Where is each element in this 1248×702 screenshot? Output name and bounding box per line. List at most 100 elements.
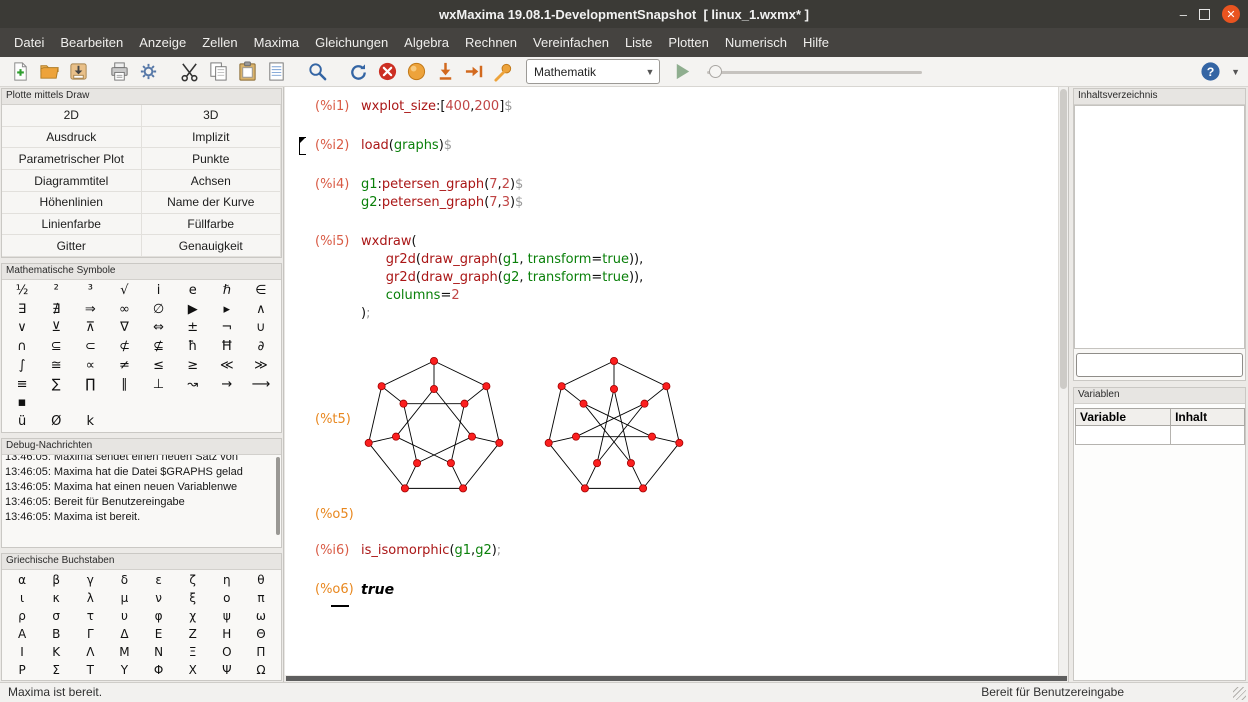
code-input[interactable]: load(graphs)$ <box>361 137 452 155</box>
symbol-cell[interactable]: ⊥ <box>142 375 176 394</box>
greek-letter-cell[interactable]: X <box>176 661 210 679</box>
symbol-cell[interactable]: ½ <box>5 281 39 300</box>
greek-letter-cell[interactable]: ο <box>210 589 244 607</box>
draw-button[interactable]: Gitter <box>2 235 142 257</box>
help-icon[interactable]: ? <box>1197 59 1224 85</box>
draw-button[interactable]: Parametrischer Plot <box>2 148 142 170</box>
menu-item[interactable]: Gleichungen <box>307 30 396 55</box>
maximize-icon[interactable] <box>1199 9 1210 20</box>
draw-button[interactable]: Höhenlinien <box>2 192 142 214</box>
copy-icon[interactable] <box>205 59 232 85</box>
greek-letter-cell[interactable]: υ <box>107 607 141 625</box>
menu-item[interactable]: Plotten <box>660 30 716 55</box>
greek-letter-cell[interactable]: A <box>5 625 39 643</box>
greek-letter-cell[interactable]: M <box>107 643 141 661</box>
draw-button[interactable]: 3D <box>142 105 282 127</box>
symbol-cell[interactable]: ≪ <box>210 356 244 375</box>
symbol-cell[interactable]: ≥ <box>176 356 210 375</box>
symbol-cell[interactable]: ³ <box>73 281 107 300</box>
greek-letter-cell[interactable]: H <box>210 625 244 643</box>
evaluate-rest-icon[interactable] <box>461 59 488 85</box>
draw-button[interactable]: Name der Kurve <box>142 192 282 214</box>
greek-letter-cell[interactable]: ι <box>5 589 39 607</box>
greek-letter-cell[interactable]: μ <box>107 589 141 607</box>
symbol-cell[interactable]: ⊆ <box>39 337 73 356</box>
follow-icon[interactable] <box>403 59 430 85</box>
hide-code-icon[interactable] <box>490 59 517 85</box>
greek-letter-cell[interactable]: κ <box>39 589 73 607</box>
greek-letter-cell[interactable]: ν <box>142 589 176 607</box>
symbol-cell[interactable]: ∪ <box>244 319 278 338</box>
play-icon[interactable] <box>669 59 696 85</box>
greek-letter-cell[interactable]: λ <box>73 589 107 607</box>
symbol-cell[interactable]: ⊂ <box>73 337 107 356</box>
draw-button[interactable]: Diagrammtitel <box>2 170 142 192</box>
symbol-cell[interactable]: √ <box>107 281 141 300</box>
draw-button[interactable]: Linienfarbe <box>2 214 142 236</box>
horizontal-scrollbar[interactable] <box>285 675 1068 682</box>
symbol-cell[interactable]: ≠ <box>107 356 141 375</box>
symbol-cell[interactable]: ∂ <box>244 337 278 356</box>
symbol-cell[interactable]: ∥ <box>107 375 141 394</box>
draw-button[interactable]: Punkte <box>142 148 282 170</box>
symbol-cell[interactable]: ▶ <box>176 300 210 319</box>
greek-letter-cell[interactable]: T <box>73 661 107 679</box>
symbol-cell[interactable]: ∝ <box>73 356 107 375</box>
find-icon[interactable] <box>304 59 331 85</box>
vertical-scrollbar[interactable] <box>1058 87 1068 675</box>
symbol-cell[interactable]: Ħ <box>210 337 244 356</box>
greek-letter-cell[interactable]: θ <box>244 571 278 589</box>
restart-maxima-icon[interactable] <box>345 59 372 85</box>
symbol-cell[interactable]: ∄ <box>39 300 73 319</box>
greek-letter-cell[interactable]: Ξ <box>176 643 210 661</box>
draw-button[interactable]: 2D <box>2 105 142 127</box>
greek-letter-cell[interactable]: τ <box>73 607 107 625</box>
greek-letter-cell[interactable]: ξ <box>176 589 210 607</box>
menu-item[interactable]: Zellen <box>194 30 245 55</box>
symbol-cell[interactable]: ∃ <box>5 300 39 319</box>
greek-letter-cell[interactable]: χ <box>176 607 210 625</box>
greek-letter-cell[interactable]: I <box>5 643 39 661</box>
greek-letter-cell[interactable]: ω <box>244 607 278 625</box>
menu-item[interactable]: Vereinfachen <box>525 30 617 55</box>
greek-letter-cell[interactable]: ζ <box>176 571 210 589</box>
symbol-cell[interactable]: ▪ <box>5 394 39 413</box>
symbol-cell[interactable]: ⊻ <box>39 319 73 338</box>
greek-letter-cell[interactable]: ε <box>142 571 176 589</box>
symbol-cell[interactable]: ∈ <box>244 281 278 300</box>
menu-item[interactable]: Datei <box>6 30 52 55</box>
close-icon[interactable]: ✕ <box>1222 5 1240 23</box>
resize-grip[interactable] <box>1233 687 1246 700</box>
menu-item[interactable]: Liste <box>617 30 660 55</box>
menu-item[interactable]: Maxima <box>246 30 308 55</box>
menu-item[interactable]: Algebra <box>396 30 457 55</box>
select-all-icon[interactable] <box>263 59 290 85</box>
greek-letter-cell[interactable]: Ψ <box>210 661 244 679</box>
paste-icon[interactable] <box>234 59 261 85</box>
symbol-cell[interactable]: ħ <box>176 337 210 356</box>
vertical-scrollbar-thumb[interactable] <box>1060 89 1067 389</box>
toolbar-overflow-icon[interactable]: ▼ <box>1231 67 1242 77</box>
worksheet-area[interactable]: (%i1)wxplot_size:[400,200]$(%i2)load(gra… <box>285 87 1058 675</box>
symbol-cell[interactable]: ² <box>39 281 73 300</box>
greek-letter-cell[interactable]: N <box>142 643 176 661</box>
symbol-cell[interactable]: ∅ <box>142 300 176 319</box>
print-icon[interactable] <box>106 59 133 85</box>
symbol-cell[interactable]: ∧ <box>244 300 278 319</box>
greek-letter-cell[interactable]: α <box>5 571 39 589</box>
menu-item[interactable]: Anzeige <box>131 30 194 55</box>
symbol-cell[interactable]: ∏ <box>73 375 107 394</box>
symbol-cell[interactable]: ∇ <box>107 319 141 338</box>
minimize-icon[interactable]: – <box>1180 8 1187 21</box>
symbol-cell[interactable]: ≫ <box>244 356 278 375</box>
draw-button[interactable]: Genauigkeit <box>142 235 282 257</box>
symbol-cell[interactable]: ü <box>5 412 39 431</box>
symbol-cell[interactable]: k <box>73 412 107 431</box>
greek-letter-cell[interactable]: Ω <box>244 661 278 679</box>
code-input[interactable]: wxdraw( gr2d(draw_graph(g1, transform=tr… <box>361 233 643 323</box>
symbol-cell[interactable]: ∞ <box>107 300 141 319</box>
greek-letter-cell[interactable]: K <box>39 643 73 661</box>
symbol-cell[interactable]: ⊈ <box>142 337 176 356</box>
symbol-cell[interactable]: ⊼ <box>73 319 107 338</box>
horizontal-scrollbar-thumb[interactable] <box>286 676 1067 681</box>
